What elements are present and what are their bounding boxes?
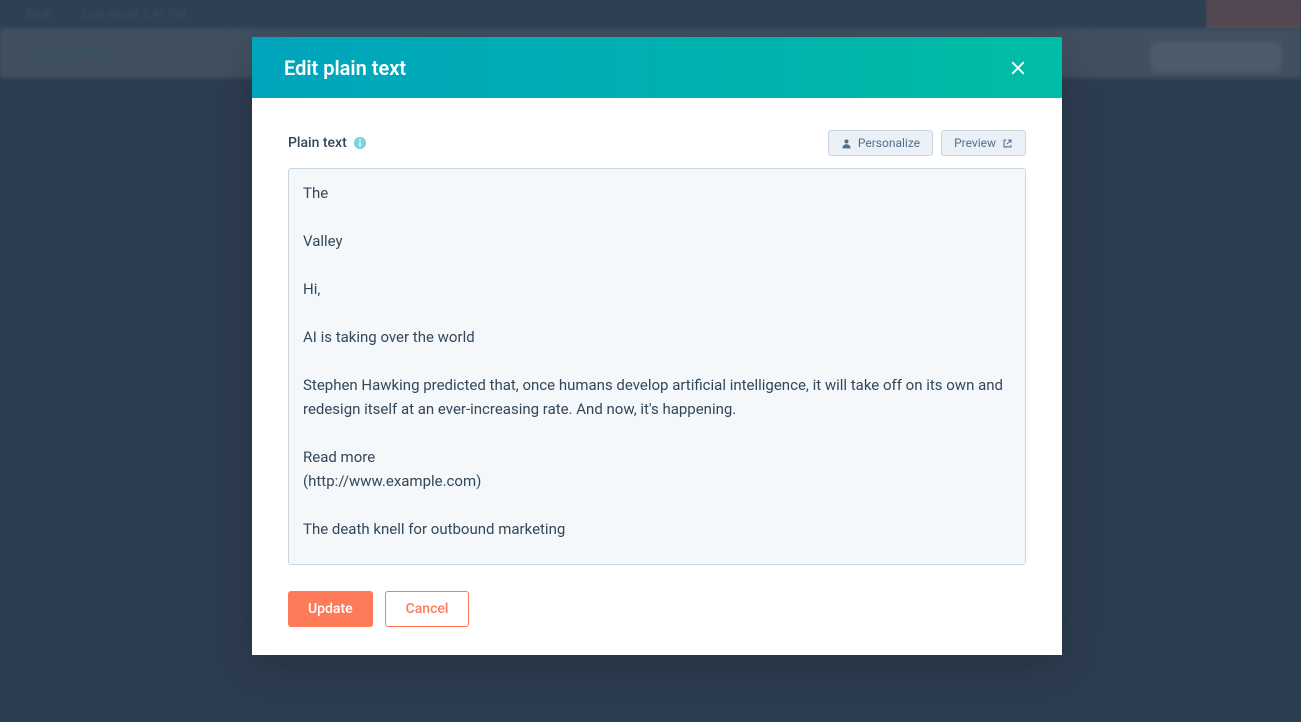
edit-plain-text-modal: Edit plain text Plain text bbox=[252, 37, 1062, 655]
modal-footer: Update Cancel bbox=[288, 591, 1026, 627]
person-icon bbox=[841, 138, 852, 149]
personalize-label: Personalize bbox=[858, 136, 920, 150]
close-icon bbox=[1009, 59, 1027, 77]
modal-body: Plain text Personalize bbox=[252, 98, 1062, 655]
preview-button[interactable]: Preview bbox=[941, 130, 1026, 156]
field-actions: Personalize Preview bbox=[828, 130, 1026, 156]
plain-text-textarea[interactable] bbox=[288, 168, 1026, 565]
update-button[interactable]: Update bbox=[288, 591, 373, 627]
preview-label: Preview bbox=[954, 136, 996, 150]
textarea-wrapper bbox=[288, 168, 1026, 569]
field-label-group: Plain text bbox=[288, 135, 367, 151]
info-icon[interactable] bbox=[353, 136, 367, 150]
close-button[interactable] bbox=[1006, 56, 1030, 80]
modal-title: Edit plain text bbox=[284, 56, 406, 80]
external-link-icon bbox=[1002, 138, 1013, 149]
modal-header: Edit plain text bbox=[252, 37, 1062, 98]
field-header: Plain text Personalize bbox=[288, 130, 1026, 156]
cancel-button[interactable]: Cancel bbox=[385, 591, 470, 627]
plain-text-label: Plain text bbox=[288, 135, 347, 151]
personalize-button[interactable]: Personalize bbox=[828, 130, 933, 156]
